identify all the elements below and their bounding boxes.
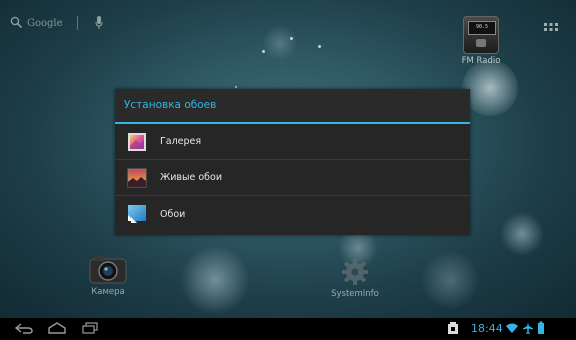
dialog-item-gallery[interactable]: Галерея [115,124,470,160]
wallpaper-dot [318,45,321,48]
back-icon[interactable] [13,321,35,335]
navigation-bar: 18:44 [0,318,576,340]
microphone-icon[interactable] [90,13,108,33]
dialog-item-wallpapers[interactable]: Обои [115,196,470,232]
fm-radio-knob [476,39,486,47]
wallpaper-dot [235,86,237,88]
battery-icon [538,321,544,334]
google-search-bar[interactable]: Google [10,13,108,33]
wallpaper-icon [128,205,146,223]
home-icon[interactable] [46,321,68,335]
app-label: Камера [91,287,125,297]
wallpaper-bokeh [420,250,480,310]
airplane-mode-icon [523,322,533,334]
wallpaper-bokeh [462,60,518,116]
recent-apps-icon[interactable] [80,321,100,335]
wifi-icon [506,323,518,333]
app-label: SystemInfo [331,289,379,299]
clock[interactable]: 18:44 [471,322,503,335]
fm-radio-display: 90.5 [468,21,496,35]
wallpaper-dialog: Установка обоев Галерея Живые обои Обои [115,89,470,235]
wallpaper-dot [262,50,265,53]
fm-radio-icon: 90.5 [463,16,499,54]
search-label: Google [27,17,63,29]
gear-icon [342,259,368,285]
screenshot-notification-icon [448,322,458,334]
wallpaper-bokeh [262,25,298,61]
gallery-icon [128,132,146,151]
dialog-item-label: Галерея [160,136,202,147]
wallpaper-bokeh [500,212,544,256]
all-apps-icon[interactable] [543,17,559,31]
dialog-item-label: Обои [160,208,186,220]
search-divider [76,16,78,30]
wallpaper-dot [290,37,293,40]
dialog-item-label: Живые обои [160,172,223,183]
app-systeminfo[interactable]: SystemInfo [322,257,388,299]
dialog-item-live-wallpapers[interactable]: Живые обои [115,160,470,196]
camera-icon [89,256,127,284]
app-fm-radio[interactable]: 90.5 FM Radio [450,16,512,66]
wallpaper-bokeh [180,245,250,315]
dialog-title: Установка обоев [115,89,470,124]
live-wallpaper-icon [127,168,147,187]
search-icon [10,14,23,33]
app-camera[interactable]: Камера [78,253,138,297]
app-label: FM Radio [461,56,501,66]
